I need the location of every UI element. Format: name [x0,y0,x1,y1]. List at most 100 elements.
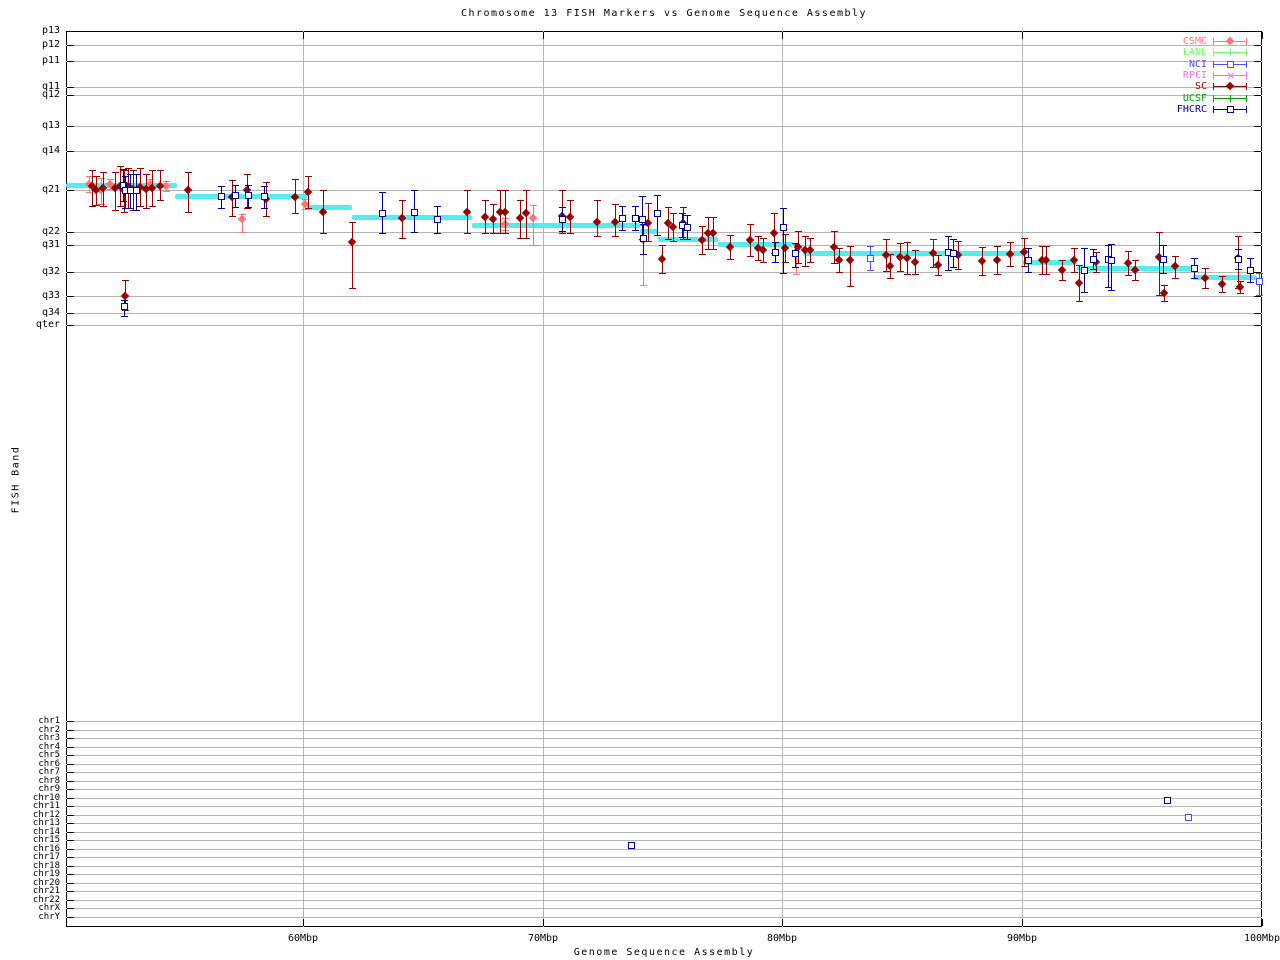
chr-tick-left [67,857,74,858]
band-tick-right [1254,95,1261,96]
legend-label-ucsf: UCSF [1147,93,1207,104]
errorbar-cap-top [559,190,566,191]
chr-gridline [66,891,1262,892]
x-tick-label: 100Mbp [1232,933,1280,944]
errorbar-cap-bottom [232,207,239,208]
errorbar-cap-bottom [302,209,309,210]
band-tick-left [67,61,74,62]
marker-square [1185,814,1192,821]
legend-sample-cap [1246,83,1247,90]
plot-area [66,31,1262,927]
errorbar-cap-top [1025,248,1032,249]
errorbar-cap-bottom [559,233,566,234]
band-axis-label: q12 [0,90,60,100]
chr-gridline [66,747,1262,748]
band-tick-right [1254,325,1261,326]
errorbar-cap-bottom [684,239,691,240]
errorbar-cap-bottom [883,271,890,272]
errorbar-cap-bottom [847,286,854,287]
errorbar-cap-top [100,172,107,173]
chr-tick-left [67,815,74,816]
errorbar-cap-bottom [112,210,119,211]
errorbar-cap-bottom [121,212,128,213]
errorbar-cap-bottom [699,254,706,255]
legend-sample-cap [1213,106,1214,113]
errorbar-cap-top [594,200,601,201]
errorbar-cap-bottom [244,208,251,209]
errorbar-cap-bottom [137,206,144,207]
marker-square [559,216,566,223]
chr-gridline [66,781,1262,782]
x-tick-bottom [543,919,544,926]
errorbar-cap-top [1191,258,1198,259]
marker-square [232,192,239,199]
errorbar-cap-top [1156,232,1163,233]
errorbar-cap-top [1161,285,1168,286]
marker-square [619,215,626,222]
chr-gridline [66,849,1262,850]
errorbar-cap-top [679,213,686,214]
errorbar-cap-bottom [955,269,962,270]
band-gridline [66,296,1262,297]
errorbar-cap-top [1043,246,1050,247]
errorbar-cap-top [523,190,530,191]
errorbar-cap-top [263,182,270,183]
errorbar-cap-top [1219,276,1226,277]
errorbar-cap-bottom [379,233,386,234]
band-axis-label: q22 [0,227,60,237]
errorbar-cap-bottom [1235,269,1242,270]
errorbar-cap-top [349,222,356,223]
errorbar-cap-bottom [807,262,814,263]
errorbar-cap-bottom [594,236,601,237]
x-tick-label: 70Mbp [513,933,573,944]
errorbar-cap-bottom [482,233,489,234]
marker-square [1227,106,1234,113]
marker-square [640,235,647,242]
errorbar-cap-bottom [640,254,647,255]
band-tick-right [1254,232,1261,233]
legend-sample-cap [1246,61,1247,68]
errorbar-cap-top [320,190,327,191]
chr-gridline [66,815,1262,816]
errorbar-cap-bottom [93,205,100,206]
band-axis-label: q31 [0,240,60,250]
band-gridline [66,95,1262,96]
errorbar-cap-bottom [434,233,441,234]
band-tick-left [67,87,74,88]
errorbar-line [850,246,851,286]
legend-label-csmc: CSMC [1147,36,1207,47]
errorbar-cap-top [780,208,787,209]
chr-gridline [66,917,1262,918]
chr-gridline [66,755,1262,756]
errorbar-cap-bottom [1132,280,1139,281]
errorbar-cap-top [904,242,911,243]
errorbar-cap-top [670,213,677,214]
errorbar-cap-bottom [559,231,566,232]
errorbar-cap-top [292,179,299,180]
legend-sample-cap [1246,106,1247,113]
errorbar-cap-top [955,241,962,242]
marker-square [639,216,646,223]
errorbar-cap-bottom [1237,293,1244,294]
band-tick-right [1254,126,1261,127]
errorbar-cap-bottom [100,206,107,207]
errorbar-cap-top [117,166,124,167]
assembly-path-segment [803,251,1023,256]
band-tick-left [67,232,74,233]
chr-tick-left [67,823,74,824]
legend-sample-cap [1213,61,1214,68]
chr-tick-left [67,840,74,841]
chr-gridline [66,900,1262,901]
band-tick-right [1254,245,1261,246]
x-tick-top [303,32,304,39]
x-tick-bottom [1022,919,1023,926]
marker-square [218,193,225,200]
assembly-path-segment [175,194,307,199]
x-tick-bottom [303,919,304,926]
chromosome-fish-chart: Chromosome 13 FISH Markers vs Genome Seq… [0,0,1280,960]
band-tick-left [67,31,74,32]
errorbar-cap-top [930,239,937,240]
marker-plus [1230,49,1231,56]
errorbar-cap-bottom [945,270,952,271]
errorbar-cap-bottom [1219,292,1226,293]
